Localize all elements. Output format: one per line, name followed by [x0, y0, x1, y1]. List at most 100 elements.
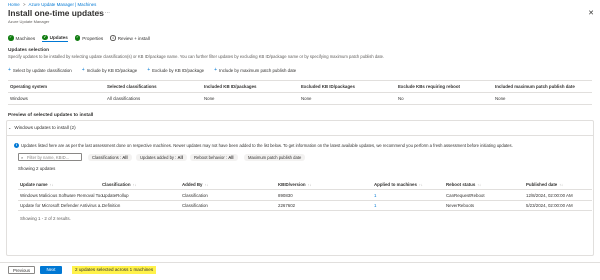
search-input[interactable]: ⌕ Filter by name, KBID... [18, 153, 82, 161]
toolbar-label: Include by maximum patch publish date [219, 67, 297, 73]
column-header-applied-to[interactable]: Applied to machines ↑↓ [374, 182, 446, 187]
table-cell: Windows Malicious Software Removal Too..… [20, 193, 107, 198]
include-by-kb-button[interactable]: + Include by KB ID/package [82, 67, 137, 73]
select-by-classification-button[interactable]: + Select by update classification [8, 67, 72, 73]
showing-count: Showing 2 updates [18, 166, 56, 171]
info-text: Updates listed here are as per the last … [21, 143, 513, 148]
breadcrumb-separator: > [22, 2, 26, 7]
applied-to-machines-link[interactable]: 1 [374, 193, 446, 198]
check-icon: ✓ [8, 35, 14, 41]
header-label: Classification [102, 182, 131, 187]
windows-updates-toggle[interactable]: ⌄ Windows updates to install (2) [8, 125, 76, 130]
info-banner: i Updates listed here are as per the las… [14, 143, 580, 148]
check-icon: ✓ [74, 35, 81, 41]
wizard-tabs: ✓ Machines ✓ Updates ✓ Properties 4 Revi… [8, 34, 150, 42]
column-header: Selected classifications [107, 84, 157, 89]
divider [18, 189, 592, 190]
sort-icon: ↑↓ [204, 183, 209, 187]
applied-to-machines-link[interactable]: 1 [374, 203, 446, 208]
next-button[interactable]: Next [40, 266, 62, 274]
tab-properties[interactable]: ✓ Properties [74, 34, 103, 42]
filter-reboot-behavior[interactable]: Reboot behavior : All [190, 154, 238, 161]
breadcrumb: Home > Azure Update Manager | Machines [8, 2, 96, 7]
column-header-added-by[interactable]: Added By ↑↓ [182, 182, 278, 187]
windows-updates-card [6, 120, 594, 256]
more-icon[interactable]: ··· [105, 10, 110, 16]
divider [8, 104, 592, 105]
page-title: Install one-time updates [8, 8, 104, 18]
table-cell: NeverReboots [446, 203, 475, 208]
criteria-table-header: Operating system Selected classification… [10, 84, 592, 89]
filter-classifications[interactable]: Classifications : All [88, 154, 132, 161]
column-header-reboot-status[interactable]: Reboot status ↑↓ [446, 182, 526, 187]
search-placeholder: Filter by name, KBID... [27, 155, 70, 160]
header-label: Applied to machines [374, 182, 417, 187]
header-label: Published date [526, 182, 558, 187]
filter-name: Updates added by : [140, 155, 177, 160]
plus-icon: + [8, 67, 11, 73]
column-header-kbid[interactable]: KBID/version ↑↓ [278, 182, 374, 187]
filter-max-publish-date[interactable]: Maximum patch publish date [244, 154, 306, 161]
table-cell: No [398, 96, 404, 101]
filter-updates-added-by[interactable]: Updates added by : All [136, 154, 187, 161]
updates-selection-title: Updates selection [8, 48, 50, 53]
check-icon: ✓ [42, 34, 48, 41]
windows-updates-label: Windows updates to install (2) [14, 125, 76, 130]
table-cell: 12/8/2024, 02:00:00 AM [526, 193, 573, 198]
step-number-badge: 4 [110, 35, 116, 41]
sort-icon: ↑↓ [559, 183, 564, 187]
preview-title: Preview of selected updates to install [8, 113, 94, 118]
table-cell: 890830 [278, 193, 293, 198]
pin-icon[interactable]: ☆ [96, 10, 100, 16]
sort-icon: ↑↓ [49, 183, 54, 187]
table-cell: Classification [182, 193, 208, 198]
toolbar-label: Exclude by KB ID/package [152, 67, 205, 73]
column-header-classification[interactable]: Classification ↑↓ [102, 182, 182, 187]
toolbar-label: Select by update classification [12, 67, 72, 73]
header-label: KBID/version [278, 182, 306, 187]
previous-button[interactable]: Previous [8, 266, 35, 274]
sort-icon: ↑↓ [132, 183, 137, 187]
plus-icon: + [214, 67, 218, 73]
tab-label: Machines [15, 35, 36, 41]
sort-icon: ↑↓ [418, 183, 423, 187]
table-row: Update for Microsoft Defender Antivirus … [20, 203, 592, 208]
tab-label: Updates [49, 35, 68, 40]
tab-updates[interactable]: ✓ Updates [42, 34, 68, 42]
selection-toolbar: + Select by update classification + Incl… [8, 67, 296, 73]
table-cell: 5/23/2024, 02:00:00 AM [526, 203, 573, 208]
divider [6, 135, 594, 136]
table-cell: Update for Microsoft Defender Antivirus … [20, 203, 104, 208]
sort-icon: ↑↓ [307, 183, 312, 187]
column-header-update-name[interactable]: Update name ↑↓ [20, 182, 102, 187]
divider [8, 92, 592, 93]
divider [18, 200, 592, 201]
close-icon[interactable]: ✕ [588, 9, 594, 17]
title-actions: ☆ ··· [96, 10, 113, 16]
filter-name: Classifications : [92, 155, 122, 160]
filter-name: Maximum patch publish date [248, 155, 302, 160]
table-cell: Windows [10, 96, 28, 101]
column-header: Included KB ID/packages [204, 84, 257, 89]
breadcrumb-home[interactable]: Home [8, 2, 20, 7]
page-subtitle: Azure Update Manager [8, 19, 50, 24]
exclude-by-kb-button[interactable]: + Exclude by KB ID/package [147, 67, 204, 73]
include-by-max-date-button[interactable]: + Include by maximum patch publish date [214, 67, 296, 73]
table-cell: Classification [182, 203, 208, 208]
breadcrumb-machines[interactable]: Azure Update Manager | Machines [29, 2, 97, 7]
header-label: Added By [182, 182, 203, 187]
table-cell: None [301, 96, 312, 101]
tab-review-install[interactable]: 4 Review + install [110, 34, 150, 42]
filter-name: Reboot behavior : [194, 155, 228, 160]
footer-divider [0, 262, 600, 263]
table-cell: Definition [102, 203, 121, 208]
header-label: Update name [20, 182, 48, 187]
tab-machines[interactable]: ✓ Machines [8, 34, 35, 42]
column-header-published-date[interactable]: Published date ↑↓ [526, 182, 592, 187]
table-cell: None [204, 96, 215, 101]
updates-table-header: Update name ↑↓ Classification ↑↓ Added By ↑… [20, 182, 592, 187]
filter-value: All [177, 155, 183, 160]
chevron-down-icon: ⌄ [8, 125, 12, 130]
table-cell: None [495, 96, 506, 101]
plus-icon: + [81, 67, 85, 73]
